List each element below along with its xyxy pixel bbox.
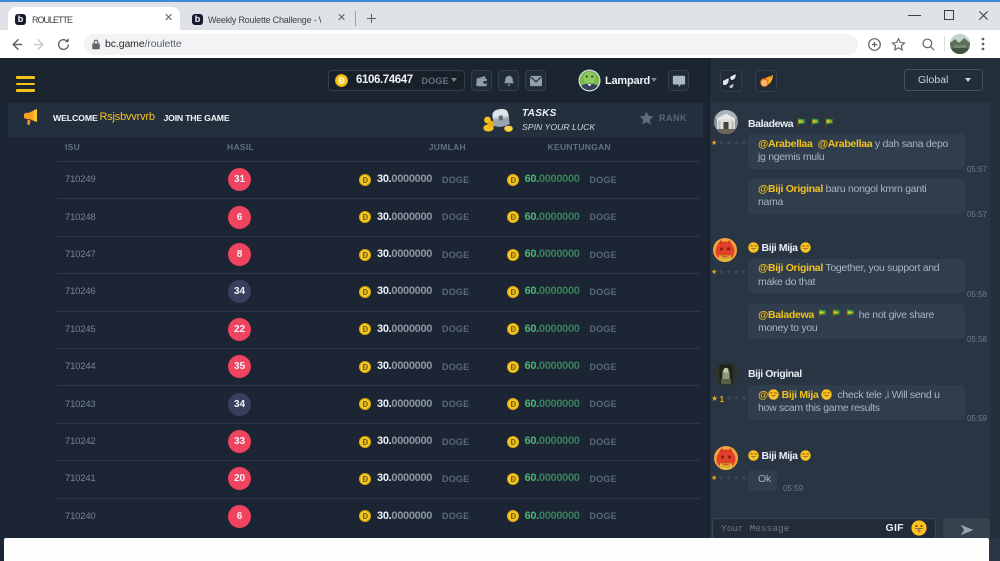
svg-text:Ð: Ð xyxy=(362,400,368,409)
svg-text:Ð: Ð xyxy=(338,75,344,85)
svg-text:Ð: Ð xyxy=(510,250,516,259)
svg-text:Ð: Ð xyxy=(510,512,516,521)
svg-text:Ð: Ð xyxy=(362,288,368,297)
svg-text:Ð: Ð xyxy=(362,250,368,259)
svg-text:Ð: Ð xyxy=(510,437,516,446)
svg-text:Ð: Ð xyxy=(362,175,368,184)
svg-text:Ð: Ð xyxy=(362,512,368,521)
svg-text:Ð: Ð xyxy=(362,325,368,334)
svg-text:Ð: Ð xyxy=(362,362,368,371)
svg-text:Ð: Ð xyxy=(362,475,368,484)
svg-text:Ð: Ð xyxy=(362,437,368,446)
svg-text:B: B xyxy=(761,78,767,87)
svg-text:Ð: Ð xyxy=(510,213,516,222)
svg-text:Ð: Ð xyxy=(510,475,516,484)
svg-text:Ð: Ð xyxy=(510,400,516,409)
svg-text:Ð: Ð xyxy=(510,362,516,371)
svg-text:Ð: Ð xyxy=(510,175,516,184)
svg-text:Ð: Ð xyxy=(362,213,368,222)
svg-text:Ð: Ð xyxy=(510,288,516,297)
svg-text:Ð: Ð xyxy=(510,325,516,334)
